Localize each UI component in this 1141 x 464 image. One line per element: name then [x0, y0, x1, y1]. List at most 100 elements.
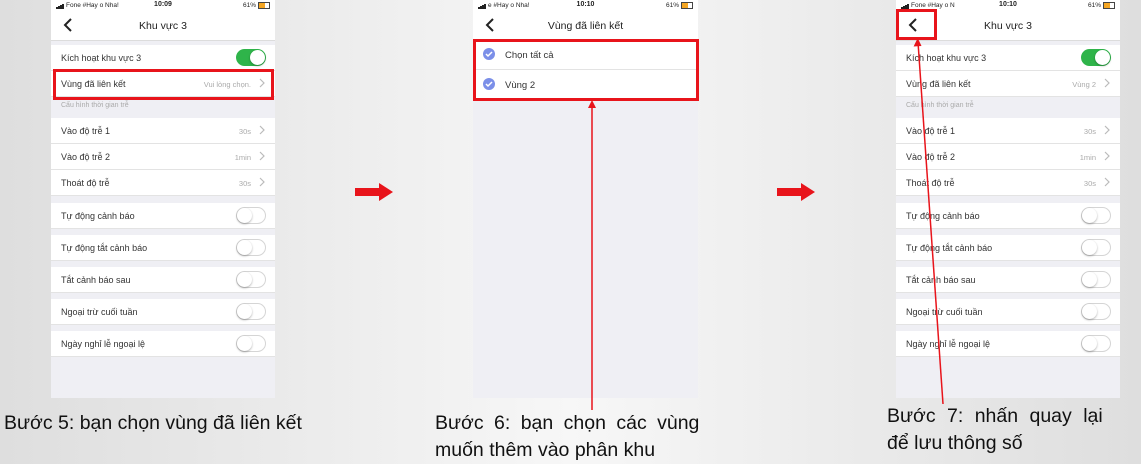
except-weekend-toggle[interactable]	[236, 303, 266, 320]
toggle-knob	[237, 304, 252, 319]
screen-step6: e #Hay o Nha! 10:10 61% Vùng đã liên kết…	[473, 0, 698, 398]
status-bar: e #Hay o Nha! 10:10 61%	[473, 0, 698, 12]
screen-step5: Fone #Hay o Nha! 10:09 61% Khu vực 3 Kíc…	[51, 0, 275, 398]
activate-zone-row: Kích hoạt khu vực 3	[896, 45, 1120, 71]
chevron-right-icon	[259, 177, 265, 187]
auto-alarm-toggle[interactable]	[236, 207, 266, 224]
exit-delay-value: 30s	[238, 179, 251, 188]
nav-bar: Khu vực 3	[896, 12, 1120, 41]
caption-step6-line1: Bước 6: bạn chọn các vùng	[435, 412, 700, 434]
toggle-knob	[1082, 304, 1097, 319]
auto-alarm-label: Tự động cảnh báo	[906, 211, 980, 221]
toggle-knob	[237, 272, 252, 287]
delay-in-2-label: Vào độ trễ 2	[906, 152, 956, 162]
delay-in-1-row[interactable]: Vào độ trễ 1 30s	[896, 118, 1120, 144]
activate-zone-row: Kích hoạt khu vực 3	[51, 45, 275, 71]
caption-step7: Bước 7: nhấn quay lại để lưu thông số	[887, 403, 1137, 457]
zone-2-row[interactable]: Vùng 2	[473, 70, 698, 100]
activate-zone-toggle[interactable]	[1081, 49, 1111, 66]
except-weekend-label: Ngoại trừ cuối tuần	[61, 307, 138, 317]
holiday-exception-label: Ngày nghỉ lễ ngoại lệ	[61, 339, 146, 349]
delay-in-1-value: 30s	[238, 127, 251, 136]
auto-off-alarm-label: Tự động tắt cảnh báo	[906, 243, 993, 253]
off-alarm-after-row: Tắt cảnh báo sau	[51, 267, 275, 293]
caption-step5: Bước 5: bạn chọn vùng đã liên kết	[4, 412, 302, 434]
except-weekend-row: Ngoại trừ cuối tuần	[51, 299, 275, 325]
battery-text: 61%	[242, 2, 256, 10]
exit-delay-value: 30s	[1083, 179, 1096, 188]
chevron-right-icon	[259, 78, 265, 88]
page-title: Khu vực 3	[984, 20, 1032, 32]
linked-zones-value: Vui lòng chọn.	[203, 80, 251, 89]
select-all-label: Chọn tất cả	[505, 50, 554, 61]
toggle-knob	[1095, 50, 1110, 65]
holiday-exception-row: Ngày nghỉ lễ ngoại lệ	[896, 331, 1120, 357]
toggle-knob	[1082, 208, 1097, 223]
battery-text: 61%	[665, 2, 679, 10]
toggle-knob	[237, 208, 252, 223]
delay-in-2-label: Vào độ trễ 2	[61, 152, 111, 162]
status-bar: Fone #Hay o N 10:10 61%	[896, 0, 1120, 12]
auto-alarm-row: Tự động cảnh báo	[896, 203, 1120, 229]
battery-icon	[1103, 2, 1115, 9]
caption-step6-line2: muốn thêm vào phân khu	[435, 439, 656, 461]
checkbox-checked-icon[interactable]	[483, 48, 495, 60]
page-title: Vùng đã liên kết	[547, 20, 624, 32]
exit-delay-row[interactable]: Thoát độ trễ 30s	[896, 170, 1120, 196]
battery-icon	[681, 2, 693, 9]
delay-in-1-row[interactable]: Vào độ trễ 1 30s	[51, 118, 275, 144]
linked-zones-row[interactable]: Vùng đã liên kết Vui lòng chọn.	[51, 71, 275, 97]
toggle-knob	[237, 336, 252, 351]
status-time: 10:09	[154, 1, 172, 8]
off-alarm-after-row: Tắt cảnh báo sau	[896, 267, 1120, 293]
status-time: 10:10	[576, 1, 595, 8]
section-header-delay: Cấu hình thời gian trễ	[906, 102, 974, 109]
chevron-right-icon	[1104, 78, 1110, 88]
nav-bar: Vùng đã liên kết	[473, 12, 698, 41]
chevron-right-icon	[259, 151, 265, 161]
except-weekend-toggle[interactable]	[1081, 303, 1111, 320]
holiday-exception-row: Ngày nghỉ lễ ngoại lệ	[51, 331, 275, 357]
off-alarm-after-toggle[interactable]	[1081, 271, 1111, 288]
status-time: 10:10	[999, 1, 1017, 8]
screen-step7: Fone #Hay o N 10:10 61% Khu vực 3 Kích h…	[896, 0, 1120, 398]
delay-in-2-value: 1min	[1079, 153, 1096, 162]
caption-step6: Bước 6: bạn chọn các vùng muốn thêm vào …	[435, 410, 735, 464]
caption-step7-line1: Bước 7: nhấn quay lại	[887, 405, 1103, 427]
auto-off-alarm-row: Tự động tắt cảnh báo	[896, 235, 1120, 261]
chevron-right-icon	[259, 125, 265, 135]
auto-alarm-label: Tự động cảnh báo	[61, 211, 135, 221]
delay-in-2-row[interactable]: Vào độ trễ 2 1min	[51, 144, 275, 170]
nav-bar: Khu vực 3	[51, 12, 275, 41]
caption-step7-line2: để lưu thông số	[887, 432, 1023, 454]
toggle-knob	[1082, 272, 1097, 287]
except-weekend-row: Ngoại trừ cuối tuần	[896, 299, 1120, 325]
page-title: Khu vực 3	[139, 20, 187, 32]
auto-off-alarm-row: Tự động tắt cảnh báo	[51, 235, 275, 261]
auto-off-alarm-toggle[interactable]	[236, 239, 266, 256]
auto-alarm-toggle[interactable]	[1081, 207, 1111, 224]
zone-2-label: Vùng 2	[505, 80, 536, 91]
auto-off-alarm-toggle[interactable]	[1081, 239, 1111, 256]
linked-zones-label: Vùng đã liên kết	[906, 79, 971, 89]
section-header-delay: Cấu hình thời gian trễ	[61, 102, 129, 109]
exit-delay-row[interactable]: Thoát độ trễ 30s	[51, 170, 275, 196]
toggle-knob	[237, 240, 252, 255]
checkbox-checked-icon[interactable]	[483, 78, 495, 90]
off-alarm-after-label: Tắt cảnh báo sau	[61, 275, 131, 285]
off-alarm-after-toggle[interactable]	[236, 271, 266, 288]
auto-off-alarm-label: Tự động tắt cảnh báo	[61, 243, 148, 253]
delay-in-2-row[interactable]: Vào độ trễ 2 1min	[896, 144, 1120, 170]
activate-zone-toggle[interactable]	[236, 49, 266, 66]
battery-text: 61%	[1087, 2, 1101, 10]
except-weekend-label: Ngoại trừ cuối tuần	[906, 307, 983, 317]
toggle-knob	[1082, 336, 1097, 351]
linked-zones-label: Vùng đã liên kết	[61, 79, 126, 89]
holiday-exception-toggle[interactable]	[1081, 335, 1111, 352]
toggle-knob	[250, 50, 265, 65]
activate-zone-label: Kích hoạt khu vực 3	[906, 53, 987, 63]
linked-zones-row[interactable]: Vùng đã liên kết Vùng 2	[896, 71, 1120, 97]
select-all-row[interactable]: Chọn tất cả	[473, 40, 698, 70]
holiday-exception-toggle[interactable]	[236, 335, 266, 352]
exit-delay-label: Thoát độ trễ	[61, 178, 110, 188]
